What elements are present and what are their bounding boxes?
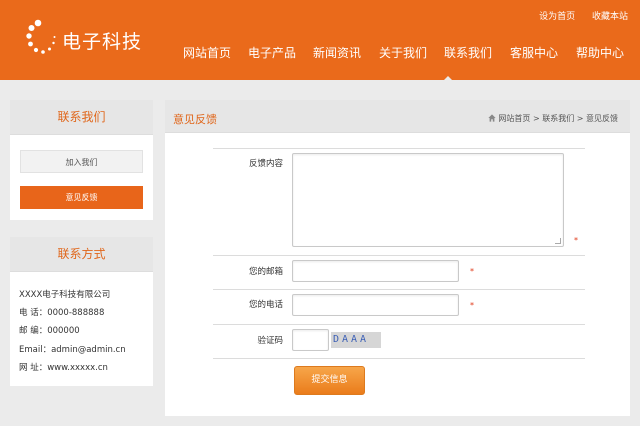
required-mark: * <box>574 236 578 245</box>
nav-item-news[interactable]: 新闻资讯 <box>313 44 361 61</box>
breadcrumb-current: 意见反馈 <box>586 114 618 123</box>
form-divider <box>213 148 585 149</box>
logo-circle-dots-icon <box>26 19 56 54</box>
company-name: XXXX电子科技有限公司 <box>19 290 111 300</box>
nav-item-about[interactable]: 关于我们 <box>379 44 427 61</box>
sidebar-contact-us-title: 联系我们 <box>10 100 153 135</box>
nav-item-home[interactable]: 网站首页 <box>183 44 231 61</box>
sidebar-contact-us: 联系我们 加入我们 意见反馈 <box>10 100 153 220</box>
page-title: 意见反馈 <box>173 113 217 126</box>
email-field[interactable] <box>292 260 459 282</box>
panel-header: 意见反馈 网站首页 > 联系我们 > 意见反馈 <box>165 100 630 133</box>
home-icon <box>488 114 496 122</box>
active-nav-indicator <box>443 76 453 81</box>
nav-item-help[interactable]: 帮助中心 <box>576 44 624 61</box>
nav-item-products[interactable]: 电子产品 <box>248 44 296 61</box>
required-mark: * <box>470 301 474 310</box>
breadcrumb: 网站首页 > 联系我们 > 意见反馈 <box>488 113 618 124</box>
feedback-label: 反馈内容 <box>248 159 283 169</box>
breadcrumb-separator: > <box>576 114 584 123</box>
contact-email: Email：admin@admin.cn <box>19 345 126 355</box>
form-divider <box>213 255 585 256</box>
feedback-button[interactable]: 意见反馈 <box>20 186 143 209</box>
set-homepage-link[interactable]: 设为首页 <box>539 12 575 22</box>
bookmark-link[interactable]: 收藏本站 <box>592 12 628 22</box>
captcha-image[interactable]: DAAA <box>331 332 381 348</box>
site-header: 电子科技 设为首页 收藏本站 网站首页 电子产品 新闻资讯 关于我们 联系我们 … <box>0 0 640 81</box>
phone-label: 您的电话 <box>248 300 283 310</box>
sidebar-contact-info-title: 联系方式 <box>10 237 153 272</box>
sidebar-contact-info: 联系方式 XXXX电子科技有限公司 电 话：0000-888888 邮 编：00… <box>10 237 153 386</box>
nav-item-service[interactable]: 客服中心 <box>510 44 558 61</box>
join-us-button[interactable]: 加入我们 <box>20 150 143 173</box>
form-divider <box>213 358 585 359</box>
resize-grip-icon[interactable] <box>555 238 561 244</box>
top-links: 设为首页 收藏本站 <box>525 9 628 22</box>
contact-website: 网 址：www.xxxxx.cn <box>19 363 108 373</box>
submit-button[interactable]: 提交信息 <box>294 366 365 395</box>
logo-text: 电子科技 <box>62 31 143 53</box>
required-mark: * <box>470 267 474 276</box>
phone-field[interactable] <box>292 294 459 316</box>
form-divider <box>213 289 585 290</box>
form-divider <box>213 324 585 325</box>
breadcrumb-contact[interactable]: 联系我们 <box>542 114 574 123</box>
breadcrumb-separator: > <box>532 114 540 123</box>
feedback-textarea[interactable] <box>292 153 564 247</box>
contact-postcode: 邮 编：000000 <box>19 326 80 336</box>
nav-item-contact[interactable]: 联系我们 <box>444 44 492 61</box>
contact-phone: 电 话：0000-888888 <box>19 308 105 318</box>
site-logo[interactable]: 电子科技 <box>26 18 156 58</box>
captcha-label: 验证码 <box>257 336 283 346</box>
breadcrumb-home[interactable]: 网站首页 <box>498 114 530 123</box>
email-label: 您的邮箱 <box>248 267 283 277</box>
captcha-field[interactable] <box>292 329 329 351</box>
